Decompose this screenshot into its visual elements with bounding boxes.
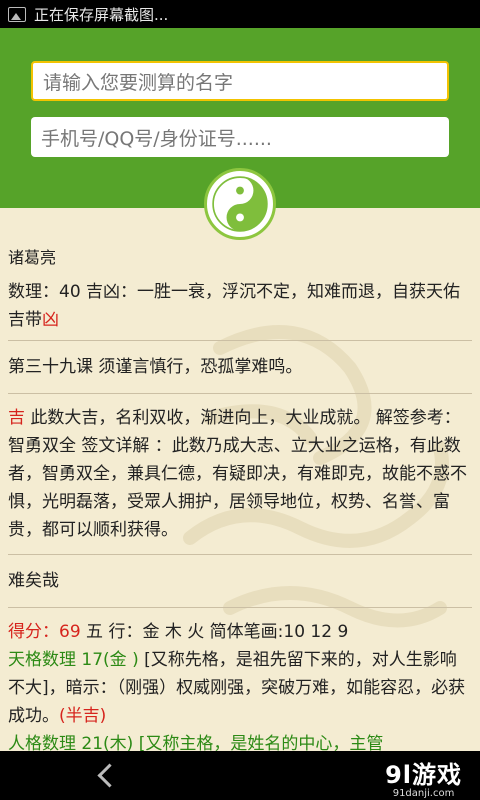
navigation-bar: 9l游戏 91danji.com <box>0 751 480 800</box>
exclaim-line: 难矣哉 <box>8 571 59 591</box>
verdict-block: 吉 此数大吉，名利双收，渐进向上，大业成就。 解签参考：智勇双全 签文详解 ：此… <box>8 400 472 548</box>
id-input-placeholder: 手机号/QQ号/身份证号...... <box>41 127 272 150</box>
tiange-label: 天格数理 17(金 ) <box>8 650 139 670</box>
score-block: 得分：69 五 行：金 木 火 简体笔画:10 12 9 <box>8 614 472 646</box>
divider <box>8 393 472 394</box>
renge-cut-text: 人格数理 21(木) [又称主格，是姓名的中心，主管 <box>8 734 384 751</box>
yin-yang-icon <box>212 176 268 232</box>
id-input[interactable]: 手机号/QQ号/身份证号...... <box>31 117 449 157</box>
result-content: 诸葛亮 数理：40 吉凶：一胜一衰，浮沉不定，知难而退，自获天佑 吉带凶 第三十… <box>0 208 480 751</box>
verdict-label: 吉 <box>8 408 25 428</box>
brand-name: 9l游戏 <box>385 761 462 789</box>
tiange-result: (半吉) <box>59 706 107 726</box>
result-name: 诸葛亮 <box>8 248 57 267</box>
renge-cut-line: 人格数理 21(木) [又称主格，是姓名的中心，主管 <box>8 730 472 751</box>
brand-url: 91danji.com <box>392 788 455 799</box>
brand-logo: 9l游戏 91danji.com <box>385 755 462 799</box>
name-input-placeholder: 请输入您要测算的名字 <box>43 71 234 94</box>
wuxing-text: 五 行：金 木 火 简体笔画:10 12 9 <box>80 622 349 642</box>
divider <box>8 607 472 608</box>
lesson-line: 第三十九课 须谨言慎行，恐孤掌难鸣。 <box>8 357 303 377</box>
image-icon <box>8 6 26 22</box>
name-input[interactable]: 请输入您要测算的名字 <box>31 61 449 101</box>
divider <box>8 340 472 341</box>
verdict-text: 此数大吉，名利双收，渐进向上，大业成就。 解签参考：智勇双全 签文详解 ：此数乃… <box>8 408 467 540</box>
score-label: 得分：69 <box>8 622 81 642</box>
taiji-icon <box>204 168 276 240</box>
shuli-text: 数理：40 吉凶：一胜一衰，浮沉不定，知难而退，自获天佑 吉带 <box>8 282 461 330</box>
tiange-block: 天格数理 17(金 ) [又称先格，是祖先留下来的，对人生影响不大]，暗示：（刚… <box>8 646 472 730</box>
status-text: 正在保存屏幕截图... <box>34 5 169 24</box>
back-button[interactable] <box>90 761 120 791</box>
shuli-bad: 凶 <box>42 310 59 330</box>
divider <box>8 554 472 555</box>
status-bar: 正在保存屏幕截图... <box>0 0 480 28</box>
shuli-line: 数理：40 吉凶：一胜一衰，浮沉不定，知难而退，自获天佑 吉带凶 <box>8 278 472 334</box>
